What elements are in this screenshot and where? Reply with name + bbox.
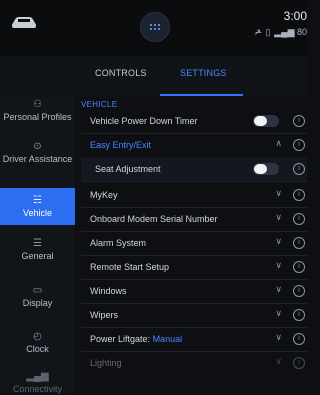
chevron-down-icon[interactable]: ∨ <box>275 332 282 343</box>
profiles-icon: ⚇ <box>33 99 42 110</box>
setting-row-alarm-system[interactable]: Alarm System ∨ i <box>81 231 307 256</box>
setting-label: Vehicle Power Down Timer <box>90 116 198 126</box>
info-icon[interactable]: i <box>293 115 305 127</box>
tab-controls[interactable]: CONTROLS <box>95 68 147 78</box>
vehicle-icon: ☵ <box>33 195 42 206</box>
setting-label: Easy Entry/Exit <box>90 140 152 150</box>
status-icons: ↗̶ ▯ ▂▄▆ 80 <box>254 27 307 38</box>
grid-icon <box>150 24 160 30</box>
section-heading: VEHICLE <box>81 100 118 109</box>
sidebar-item-vehicle[interactable]: ☵ Vehicle <box>0 188 75 225</box>
setting-label: Windows <box>90 286 127 296</box>
bluetooth-off-icon: ↗̶ <box>253 27 262 37</box>
info-icon[interactable]: i <box>293 139 305 151</box>
info-icon[interactable]: i <box>293 237 305 249</box>
sidebar-item-label: Vehicle <box>22 208 53 218</box>
setting-row-seat-adjustment[interactable]: Seat Adjustment i <box>81 157 307 182</box>
setting-label-text: Power Liftgate: <box>90 334 151 344</box>
setting-row-easy-entry-exit[interactable]: Easy Entry/Exit ∧ i <box>81 133 307 158</box>
signal-icon: ▂▄▆ <box>26 371 49 382</box>
setting-row-vehicle-power-down-timer[interactable]: Vehicle Power Down Timer i <box>81 109 307 134</box>
active-tab-indicator <box>160 94 243 96</box>
seat-adjustment-toggle[interactable] <box>253 163 279 175</box>
setting-row-power-liftgate[interactable]: Power Liftgate: Manual ∨ i <box>81 327 307 352</box>
setting-label: Seat Adjustment <box>95 164 161 174</box>
setting-label: Remote Start Setup <box>90 262 170 272</box>
setting-label: Power Liftgate: Manual <box>90 334 182 344</box>
tab-bar: CONTROLS SETTINGS <box>0 57 307 97</box>
info-icon[interactable]: i <box>293 213 305 225</box>
setting-row-lighting[interactable]: Lighting ∨ i <box>81 351 307 375</box>
info-icon[interactable]: i <box>293 189 305 201</box>
info-icon[interactable]: i <box>293 333 305 345</box>
sidebar-item-label: Personal Profiles <box>3 112 72 122</box>
sidebar-item-clock[interactable]: ◴ Clock <box>0 331 75 369</box>
setting-label: Alarm System <box>90 238 147 248</box>
settings-content: VEHICLE Vehicle Power Down Timer i Easy … <box>81 97 307 393</box>
chevron-down-icon[interactable]: ∨ <box>275 212 282 223</box>
info-icon[interactable]: i <box>293 357 305 369</box>
info-icon[interactable]: i <box>293 285 305 297</box>
sidebar-item-display[interactable]: ▭ Display <box>0 285 75 323</box>
car-icon[interactable] <box>10 14 38 30</box>
clock-icon: ◴ <box>33 331 42 342</box>
chevron-down-icon[interactable]: ∨ <box>275 260 282 271</box>
sidebar-item-general[interactable]: ☰ General <box>0 238 75 276</box>
setting-row-remote-start-setup[interactable]: Remote Start Setup ∨ i <box>81 255 307 280</box>
setting-label: Onboard Modem Serial Number <box>90 214 218 224</box>
info-icon[interactable]: i <box>293 261 305 273</box>
chevron-down-icon[interactable]: ∨ <box>275 308 282 319</box>
setting-row-onboard-modem-serial[interactable]: Onboard Modem Serial Number ∨ i <box>81 207 307 232</box>
settings-sidebar: ⚇ Personal Profiles ⊙ Driver Assistance … <box>0 97 75 394</box>
sidebar-item-label: Clock <box>26 344 49 354</box>
driver-assist-icon: ⊙ <box>33 141 42 152</box>
power-down-timer-toggle[interactable] <box>253 115 279 127</box>
app-launcher-button[interactable] <box>140 12 170 42</box>
sidebar-item-label: Display <box>22 298 53 308</box>
chevron-down-icon[interactable]: ∨ <box>275 356 282 367</box>
top-status-bar: 3:00 ↗̶ ▯ ▂▄▆ 80 <box>0 0 307 56</box>
setting-label: Lighting <box>90 358 122 368</box>
tab-settings[interactable]: SETTINGS <box>180 68 227 78</box>
chevron-up-icon[interactable]: ∧ <box>275 138 282 149</box>
setting-row-windows[interactable]: Windows ∨ i <box>81 279 307 304</box>
sliders-icon: ☰ <box>33 238 42 249</box>
sidebar-item-driver-assistance[interactable]: ⊙ Driver Assistance <box>0 141 75 181</box>
liftgate-mode-value: Manual <box>152 334 183 344</box>
display-icon: ▭ <box>32 285 43 296</box>
signal-strength: ▂▄▆ 80 <box>274 27 307 37</box>
info-icon[interactable]: i <box>293 309 305 321</box>
phone-icon: ▯ <box>265 27 271 37</box>
info-icon[interactable]: i <box>293 163 305 175</box>
setting-label: MyKey <box>90 190 118 200</box>
setting-row-wipers[interactable]: Wipers ∨ i <box>81 303 307 328</box>
chevron-down-icon[interactable]: ∨ <box>275 188 282 199</box>
sidebar-item-label: General <box>21 251 54 261</box>
setting-label: Wipers <box>90 310 119 320</box>
chevron-down-icon[interactable]: ∨ <box>275 284 282 295</box>
sidebar-item-label: Driver Assistance <box>2 154 73 164</box>
sidebar-item-personal-profiles[interactable]: ⚇ Personal Profiles <box>0 99 75 137</box>
chevron-down-icon[interactable]: ∨ <box>275 236 282 247</box>
sidebar-item-connectivity[interactable]: ▂▄▆ Connectivity <box>0 371 75 394</box>
clock-time: 3:00 <box>283 9 307 23</box>
setting-row-mykey[interactable]: MyKey ∨ i <box>81 183 307 208</box>
